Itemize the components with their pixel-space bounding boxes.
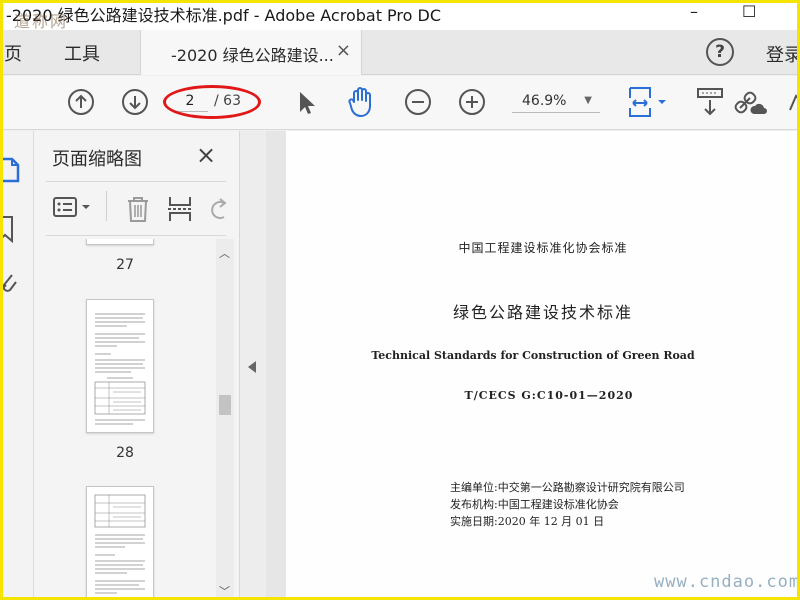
thumbnail-page[interactable]: [86, 299, 154, 433]
tab-bar: 主页 工具 -2020 绿色公路建设... × ? 登录: [0, 30, 800, 75]
toolbar: 2 / 63 46.9% ▼: [0, 76, 800, 130]
title-bar: -2020 绿色公路建设技术标准.pdf - Adobe Acrobat Pro…: [0, 0, 800, 31]
thumbnail-page[interactable]: [86, 239, 154, 245]
divider: [46, 235, 226, 236]
tab-home[interactable]: 主页: [0, 40, 22, 66]
doc-publisher: 发布机构:中国工程建设标准化协会: [450, 498, 619, 511]
tab-document-label: -2020 绿色公路建设...: [171, 46, 334, 65]
thumbnails-panel: 页面缩略图 × 27 28 ︿ ﹀: [34, 131, 240, 600]
thumbnail-content: [94, 313, 146, 425]
page-break-icon: [168, 197, 192, 221]
bookmarks-icon[interactable]: [2, 215, 26, 243]
window-title: -2020 绿色公路建设技术标准.pdf - Adobe Acrobat Pro…: [6, 6, 442, 25]
arrow-up-circle-icon: [68, 89, 94, 115]
collapse-left-icon[interactable]: [248, 361, 256, 373]
list-options-icon: [53, 197, 90, 217]
scroll-mode-button[interactable]: [694, 86, 726, 118]
rotate-icon: [211, 198, 227, 219]
select-tool-button[interactable]: [296, 90, 318, 116]
zoom-level-select[interactable]: 46.9% ▼: [512, 89, 600, 113]
doc-org-line: 中国工程建设标准化协会标准: [458, 241, 628, 255]
doc-title-en: Technical Standards for Construction of …: [371, 349, 695, 362]
scroll-mode-icon: [697, 88, 723, 116]
more-tools-icon[interactable]: [788, 92, 800, 112]
trash-icon: [128, 197, 148, 222]
doc-editor: 主编单位:中交第一公路勘察设计研究院有限公司: [450, 481, 685, 494]
scrollbar-thumb[interactable]: [219, 395, 231, 415]
help-button[interactable]: ?: [706, 38, 734, 66]
share-link-button[interactable]: [734, 86, 768, 118]
link-cloud-icon: [734, 91, 767, 114]
thumbnail-page[interactable]: [86, 486, 154, 600]
chevron-down-icon: ▼: [584, 95, 592, 106]
maximize-button[interactable]: ☐: [742, 2, 756, 21]
delete-pages-button[interactable]: [124, 195, 152, 223]
thumbnail-page-number: 28: [116, 445, 134, 461]
zoom-in-button[interactable]: [458, 88, 486, 116]
divider: [46, 181, 226, 182]
panel-collapse-divider[interactable]: [240, 131, 266, 600]
insert-pages-button[interactable]: [166, 195, 194, 223]
zoom-out-icon: [405, 89, 431, 115]
panel-title: 页面缩略图: [52, 149, 142, 170]
doc-date: 实施日期:2020 年 12 月 01 日: [450, 515, 605, 528]
thumbnail-list[interactable]: 27 28: [34, 239, 216, 600]
left-tool-strip: [0, 131, 34, 600]
thumbnail-page-number: 27: [116, 257, 134, 273]
close-tab-icon[interactable]: ×: [336, 40, 351, 61]
hand-tool-button[interactable]: [346, 86, 376, 118]
thumbnail-scrollbar[interactable]: ︿ ﹀: [216, 239, 234, 600]
minimize-button[interactable]: –: [690, 2, 698, 21]
scroll-up-icon[interactable]: ︿: [219, 245, 230, 261]
zoom-in-icon: [459, 89, 485, 115]
highlight-ellipse: [163, 85, 261, 119]
close-panel-icon[interactable]: ×: [196, 141, 216, 169]
previous-page-button[interactable]: [67, 88, 95, 116]
fit-width-icon: [629, 87, 666, 117]
document-view[interactable]: 中国工程建设标准化协会标准 绿色公路建设技术标准 Technical Stand…: [266, 131, 800, 600]
page-thumbnails-icon[interactable]: [2, 155, 26, 183]
hand-icon: [348, 87, 371, 117]
login-button[interactable]: 登录: [766, 41, 800, 67]
pdf-page: 中国工程建设标准化协会标准 绿色公路建设技术标准 Technical Stand…: [286, 131, 800, 600]
thumbnail-content: [94, 494, 146, 594]
cursor-arrow-icon: [300, 92, 315, 114]
zoom-out-button[interactable]: [404, 88, 432, 116]
next-page-button[interactable]: [121, 88, 149, 116]
rotate-pages-button[interactable]: [206, 195, 230, 223]
doc-code: T/CECS G:C10-01—2020: [464, 389, 634, 402]
doc-title-cn: 绿色公路建设技术标准: [452, 303, 633, 322]
tab-document[interactable]: -2020 绿色公路建设... ×: [140, 30, 362, 75]
watermark-url: www.cndao.com: [654, 572, 800, 592]
fit-page-button[interactable]: [626, 84, 670, 120]
watermark-logo-top: 道称网: [14, 12, 69, 31]
thumbnail-options-button[interactable]: [52, 195, 94, 219]
zoom-level-value: 46.9%: [522, 93, 567, 109]
tab-tools[interactable]: 工具: [64, 40, 100, 66]
scroll-down-icon[interactable]: ﹀: [219, 583, 230, 599]
attachments-icon[interactable]: [2, 271, 26, 295]
arrow-down-circle-icon: [122, 89, 148, 115]
toolbar-separator: [106, 191, 107, 221]
